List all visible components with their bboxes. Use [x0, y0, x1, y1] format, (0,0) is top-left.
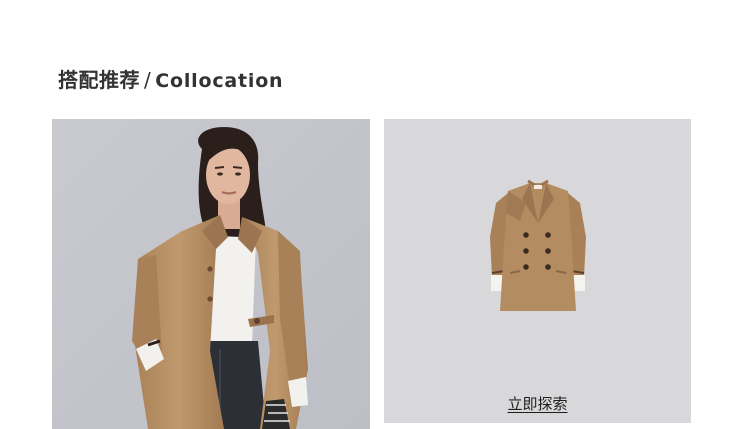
section-title-en: Collocation [155, 70, 284, 92]
model-photo [52, 119, 370, 429]
explore-link-label[interactable]: 立即探索 [507, 395, 567, 413]
model-illustration [52, 119, 370, 429]
section-title: 搭配推荐 / Collocation [58, 64, 283, 93]
section-title-cn: 搭配推荐 [58, 68, 140, 92]
trench-coat-image[interactable] [484, 177, 592, 319]
explore-link[interactable]: 立即探索 [384, 393, 691, 414]
section-title-separator: / [144, 68, 152, 92]
product-card[interactable]: 立即探索 [384, 119, 691, 423]
